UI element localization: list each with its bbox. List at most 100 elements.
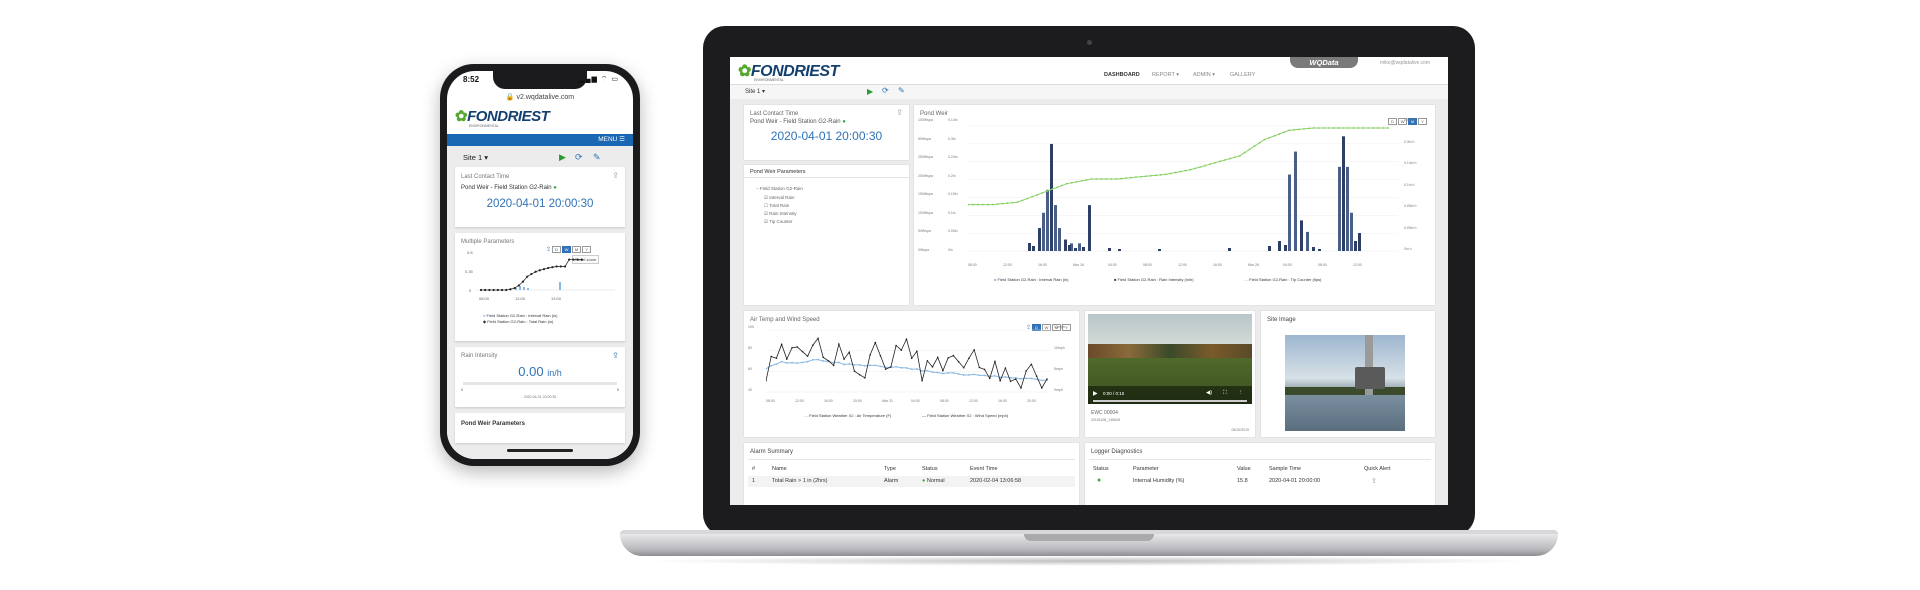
phone-x-tick: 08:00 bbox=[479, 296, 490, 301]
phone-y-tick: 0.35 bbox=[465, 269, 473, 274]
tip-counter-point bbox=[1253, 145, 1256, 147]
leaf-icon: ✿ bbox=[738, 63, 751, 80]
home-indicator[interactable] bbox=[507, 449, 573, 452]
tip-counter-point bbox=[1273, 134, 1276, 137]
refresh-icon[interactable]: ⟳ bbox=[882, 86, 889, 95]
interval-rain-bar bbox=[1054, 205, 1057, 251]
tree-root[interactable]: − Field Station G2-Rain bbox=[756, 186, 803, 191]
tip-counter-point bbox=[1327, 127, 1330, 129]
video-progress[interactable] bbox=[1093, 400, 1247, 402]
phone-legend-item[interactable]: ◆ Field Station G2-Rain : Total Rain (in… bbox=[483, 319, 553, 324]
wqdata-brand-tab[interactable]: WQData bbox=[1290, 57, 1358, 68]
alarm-num: 1 bbox=[752, 478, 756, 484]
phone-interval-bar bbox=[527, 288, 529, 290]
phone-total-rain-point bbox=[547, 266, 550, 270]
legend-item[interactable]: — Field Station G2-Rain : Tip Counter (t… bbox=[1244, 277, 1321, 282]
legend-item[interactable]: — Field Station Weather X2 : Wind Speed … bbox=[922, 413, 1008, 418]
play-icon[interactable]: ▶ bbox=[559, 152, 566, 163]
x-tick-label: 16:00 bbox=[824, 399, 833, 403]
air-temp-point bbox=[983, 374, 986, 377]
wind-speed-point bbox=[812, 344, 814, 346]
phone-total-rain-point bbox=[496, 288, 499, 292]
phone-notch bbox=[493, 71, 587, 89]
station-text: Pond Weir - Field Station G2-Rain bbox=[750, 119, 841, 125]
toolbar bbox=[730, 85, 1448, 99]
wind-speed-point bbox=[869, 354, 871, 356]
phone-total-rain-point bbox=[479, 288, 483, 292]
video-play-icon[interactable]: ▶ bbox=[1093, 390, 1098, 397]
y-tick-label: 5mph bbox=[1054, 367, 1063, 371]
y-tick-label: 150Wspa bbox=[918, 192, 933, 196]
nav-admin[interactable]: ADMIN ▾ bbox=[1193, 72, 1215, 78]
air-temp-point bbox=[843, 363, 845, 366]
tip-counter-point bbox=[1149, 174, 1152, 177]
more-icon[interactable]: ⋮ bbox=[1238, 390, 1244, 396]
nav-gallery[interactable]: GALLERY bbox=[1230, 72, 1255, 78]
station-image bbox=[1355, 367, 1385, 389]
logger-param: Internal Humidity (%) bbox=[1133, 478, 1185, 484]
play-icon[interactable]: ▶ bbox=[867, 87, 873, 96]
param-checkbox-interval-rain[interactable]: ☑ Interval Rain bbox=[764, 195, 795, 201]
air-temp-point bbox=[905, 366, 908, 369]
site-image-panel: Site Image bbox=[1261, 311, 1435, 437]
pond-weir-mid-axis: 0.14in 0.3in 0.24in 0.2in 0.15in 0.1in 0.05in 0… bbox=[948, 118, 968, 258]
site-select[interactable]: Site 1 ▾ bbox=[745, 88, 765, 95]
wind-speed-point bbox=[884, 368, 887, 370]
air-temp-chart bbox=[766, 329, 1051, 393]
phone-logo[interactable]: ✿FONDRIEST bbox=[455, 107, 550, 125]
tip-counter-point bbox=[1337, 127, 1340, 129]
export-icon[interactable]: ⇪ bbox=[612, 171, 619, 180]
air-temp-point bbox=[791, 361, 793, 364]
nav-report[interactable]: REPORT ▾ bbox=[1152, 72, 1179, 78]
air-temp-point bbox=[926, 369, 929, 372]
interval-rain-bar bbox=[1294, 151, 1297, 251]
refresh-icon[interactable]: ⟳ bbox=[575, 152, 583, 163]
phone-interval-bar bbox=[559, 282, 561, 290]
legend-item[interactable]: ■ Field Station G2-Rain : Rain Intensity… bbox=[1114, 277, 1194, 282]
site-photo[interactable] bbox=[1285, 335, 1405, 431]
phone-gauge-min: 0 bbox=[461, 387, 464, 392]
phone-legend-item[interactable]: ● Field Station G2-Rain : Interval Rain … bbox=[483, 313, 557, 318]
tip-counter-point bbox=[1288, 129, 1291, 132]
phone-interval-bar bbox=[519, 286, 521, 290]
param-checkbox-total-rain[interactable]: ☐ Total Rain bbox=[764, 203, 789, 209]
phone-site-select[interactable]: Site 1 ▾ bbox=[463, 153, 488, 162]
volume-icon[interactable]: ◀) bbox=[1206, 390, 1212, 396]
legend-item[interactable]: — Field Station Weather X2 : Air Tempera… bbox=[804, 413, 891, 418]
legend-item[interactable]: ■ Field Station G2-Rain : Interval Rain … bbox=[994, 277, 1068, 282]
phone-menu-button[interactable]: MENU ☰ bbox=[598, 135, 625, 143]
status-ok-icon: ● bbox=[1097, 477, 1102, 484]
nav-dashboard[interactable]: DASHBOARD bbox=[1104, 72, 1140, 78]
interval-rain-bar bbox=[1078, 243, 1081, 251]
edit-icon[interactable]: ✎ bbox=[898, 86, 905, 95]
quick-alert-icon[interactable]: ⇪ bbox=[1371, 477, 1377, 485]
param-checkbox-rain-intensity[interactable]: ☑ Rain Intensity bbox=[764, 211, 797, 217]
phone-y-tick: 0.8 bbox=[467, 250, 473, 255]
tip-counter-point bbox=[1164, 173, 1167, 176]
phone-last-contact-card: Last Contact Time ⇪ Pond Weir - Field St… bbox=[455, 167, 625, 227]
legend-line-icon: — bbox=[804, 413, 808, 418]
user-email[interactable]: mike@wqdatalive.com bbox=[1380, 60, 1430, 66]
air-temp-point bbox=[858, 364, 861, 366]
legend-square-icon: ■ bbox=[1114, 277, 1117, 282]
param-checkbox-tip-counter[interactable]: ☑ Tip Counter bbox=[764, 219, 793, 225]
video-player[interactable]: ▶ 0:00 / 0:15 ◀) ⛶ ⋮ bbox=[1088, 314, 1252, 404]
tip-counter-point bbox=[1031, 195, 1034, 198]
export-icon[interactable]: ⇪ bbox=[612, 351, 619, 360]
treeline-image bbox=[1088, 344, 1252, 358]
interval-rain-bar bbox=[1158, 249, 1161, 251]
fullscreen-icon[interactable]: ⛶ bbox=[1223, 390, 1227, 397]
tip-counter-point bbox=[1387, 127, 1389, 129]
phone-pond-weir-card: Pond Weir Parameters bbox=[455, 413, 625, 443]
export-icon[interactable]: ⇪ bbox=[896, 108, 903, 117]
phone-url[interactable]: 🔒 v2.wqdatalive.com bbox=[447, 93, 633, 101]
air-temp-point bbox=[806, 360, 809, 363]
edit-icon[interactable]: ✎ bbox=[593, 152, 601, 163]
tip-counter-point bbox=[1189, 168, 1192, 171]
phone-rain-time: 2020-04-01 20:00:30 bbox=[523, 395, 557, 399]
tip-counter-point bbox=[1372, 127, 1375, 129]
air-temp-point bbox=[874, 364, 877, 367]
air-temp-point bbox=[921, 370, 924, 372]
alarm-summary-panel: Alarm Summary # Name Type Status Event T… bbox=[744, 443, 1079, 505]
tip-counter-point bbox=[1095, 178, 1098, 180]
